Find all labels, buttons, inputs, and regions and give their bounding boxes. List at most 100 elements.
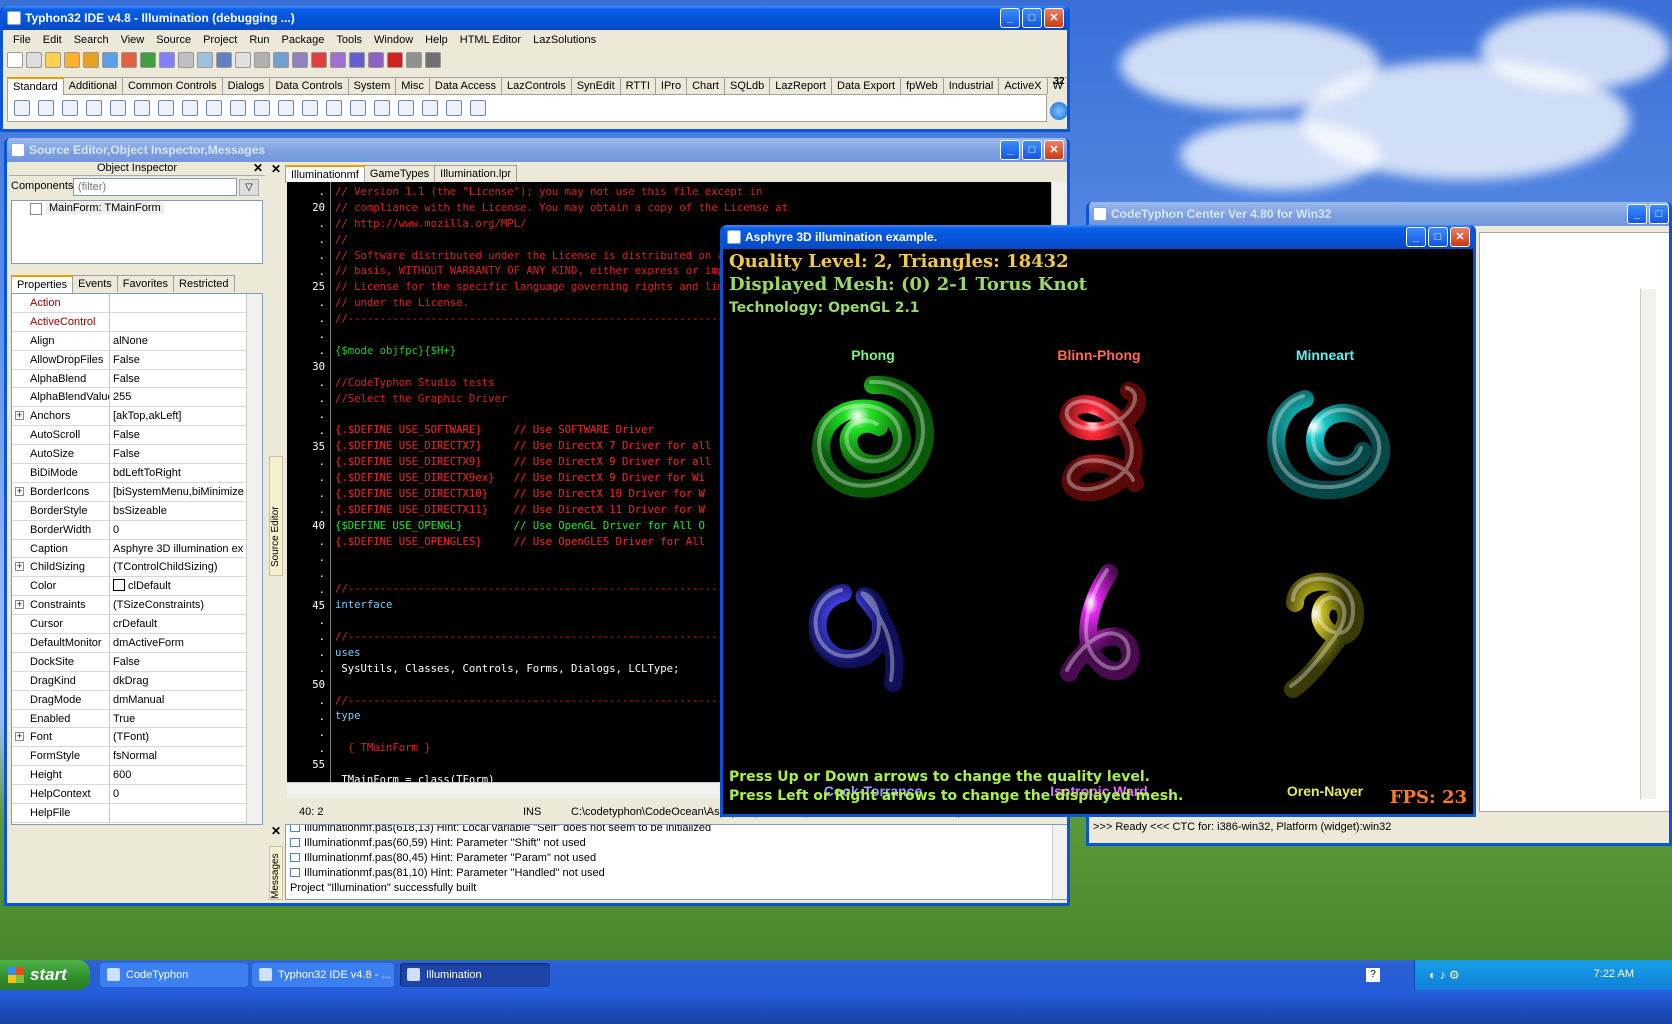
menu-item[interactable]: HTML Editor bbox=[454, 34, 527, 46]
property-row[interactable]: Cursor crDefault bbox=[12, 615, 246, 635]
component-icon[interactable] bbox=[374, 100, 390, 116]
demo-titlebar[interactable]: Asphyre 3D illumination example. _ □ ✕ bbox=[723, 225, 1473, 249]
center-scrollbar[interactable] bbox=[1640, 289, 1656, 799]
property-value[interactable] bbox=[110, 294, 246, 312]
property-row[interactable]: + Anchors [akTop,akLeft] bbox=[12, 407, 246, 427]
inspector-tab[interactable]: Favorites bbox=[116, 275, 175, 292]
toolbar-button-icon[interactable] bbox=[311, 52, 327, 68]
toolbar-button-icon[interactable] bbox=[197, 52, 213, 68]
source-window-titlebar[interactable]: Source Editor,Object Inspector,Messages … bbox=[7, 138, 1067, 162]
property-value[interactable]: dmManual bbox=[110, 691, 246, 709]
palette-tab[interactable]: fpWeb bbox=[900, 77, 944, 94]
toolbar-button-icon[interactable] bbox=[64, 52, 80, 68]
property-value[interactable]: dkDrag bbox=[110, 672, 246, 690]
property-row[interactable]: Action bbox=[12, 294, 246, 313]
taskbar-button[interactable]: Illumination bbox=[400, 963, 550, 987]
help-tray-icon[interactable]: ? bbox=[1366, 968, 1380, 982]
palette-tab[interactable]: IPro bbox=[654, 77, 688, 94]
toolbar-button-icon[interactable] bbox=[159, 52, 175, 68]
maximize-button[interactable]: □ bbox=[1428, 227, 1448, 247]
component-icon[interactable] bbox=[422, 100, 438, 116]
component-icon[interactable] bbox=[278, 100, 294, 116]
palette-tab[interactable]: SQLdb bbox=[723, 77, 771, 94]
expand-icon[interactable]: + bbox=[15, 600, 24, 610]
menu-item[interactable]: Window bbox=[368, 34, 419, 46]
ide-titlebar[interactable]: Typhon32 IDE v4.8 - Illumination (debugg… bbox=[3, 6, 1067, 30]
inspector-tab[interactable]: Properties bbox=[11, 275, 74, 293]
property-row[interactable]: + Font (TFont) bbox=[12, 728, 246, 748]
property-value[interactable]: False bbox=[110, 445, 246, 463]
component-icon[interactable] bbox=[254, 100, 270, 116]
toolbar-button-icon[interactable] bbox=[45, 52, 61, 68]
filter-clear-icon[interactable]: ▽ bbox=[239, 179, 259, 196]
property-value[interactable]: 0 bbox=[110, 785, 246, 803]
taskbar-button[interactable]: Typhon32 IDE v4.8 - ... bbox=[252, 963, 394, 987]
property-row[interactable]: Height 600 bbox=[12, 766, 246, 786]
property-value[interactable]: [biSystemMenu,biMinimize bbox=[110, 483, 246, 501]
property-value[interactable]: 0 bbox=[110, 521, 246, 539]
toolbar-button-icon[interactable] bbox=[292, 52, 308, 68]
center-titlebar[interactable]: CodeTyphon Center Ver 4.80 for Win32 _□✕ bbox=[1089, 202, 1669, 226]
minimize-button[interactable]: _ bbox=[1627, 204, 1647, 224]
palette-tab[interactable]: Data Controls bbox=[269, 77, 349, 94]
component-icon[interactable] bbox=[86, 100, 102, 116]
property-row[interactable]: AlphaBlend False bbox=[12, 369, 246, 389]
component-icon[interactable] bbox=[230, 100, 246, 116]
property-row[interactable]: Enabled True bbox=[12, 709, 246, 729]
property-row[interactable]: Caption Asphyre 3D illumination ex bbox=[12, 539, 246, 559]
property-value[interactable]: [akTop,akLeft] bbox=[110, 407, 246, 425]
component-icon[interactable] bbox=[446, 100, 462, 116]
palette-tab[interactable]: Data Export bbox=[831, 77, 902, 94]
palette-tab[interactable]: Industrial bbox=[942, 77, 1000, 94]
palette-tab[interactable]: Additional bbox=[62, 77, 123, 94]
download-arrow-icon[interactable] bbox=[1050, 102, 1067, 120]
minimize-button[interactable]: _ bbox=[1406, 227, 1426, 247]
toolbar-button-icon[interactable] bbox=[140, 52, 156, 68]
editor-tab[interactable]: Illumination.lpr bbox=[434, 165, 518, 182]
minimize-button[interactable]: _ bbox=[1000, 8, 1020, 28]
messages-close-icon[interactable]: ✕ bbox=[271, 824, 281, 838]
close-button[interactable]: ✕ bbox=[1450, 227, 1470, 247]
property-row[interactable]: BiDiMode bdLeftToRight bbox=[12, 464, 246, 483]
message-row[interactable]: Illuminationmf.pas(60,59) Hint: Paramete… bbox=[290, 836, 1067, 851]
property-row[interactable]: AutoScroll False bbox=[12, 426, 246, 446]
menu-item[interactable]: Project bbox=[197, 34, 243, 46]
component-icon[interactable] bbox=[110, 100, 126, 116]
menu-item[interactable]: Run bbox=[243, 34, 275, 46]
property-row[interactable]: BorderWidth 0 bbox=[12, 520, 246, 540]
property-value[interactable]: False bbox=[110, 370, 246, 388]
property-row[interactable]: FormStyle fsNormal bbox=[12, 747, 246, 767]
message-row[interactable]: Illuminationmf.pas(81,10) Hint: Paramete… bbox=[290, 866, 1067, 881]
maximize-button[interactable]: □ bbox=[1022, 140, 1042, 160]
toolbar-button-icon[interactable] bbox=[406, 52, 422, 68]
palette-tab[interactable]: SynEdit bbox=[570, 77, 621, 94]
toolbar-button-icon[interactable] bbox=[254, 52, 270, 68]
property-row[interactable]: AllowDropFiles False bbox=[12, 350, 246, 370]
close-button[interactable]: ✕ bbox=[1044, 140, 1064, 160]
property-row[interactable]: HelpContext 0 bbox=[12, 785, 246, 805]
toolbar-button-icon[interactable] bbox=[368, 52, 384, 68]
editor-close-icon[interactable]: ✕ bbox=[271, 162, 281, 176]
toolbar-button-icon[interactable] bbox=[102, 52, 118, 68]
editor-tab[interactable]: GameTypes bbox=[363, 165, 436, 182]
palette-tab[interactable]: Dialogs bbox=[221, 77, 271, 94]
property-value[interactable]: (TFont) bbox=[110, 728, 246, 746]
inspector-tab[interactable]: Events bbox=[72, 275, 118, 292]
clock[interactable]: 7:22 AM bbox=[1594, 968, 1634, 980]
palette-tab[interactable]: LazReport bbox=[769, 77, 832, 94]
property-value[interactable]: False bbox=[110, 351, 246, 369]
minimize-button[interactable]: _ bbox=[1000, 140, 1020, 160]
component-icon[interactable] bbox=[38, 100, 54, 116]
inspector-tab[interactable]: Restricted bbox=[173, 275, 235, 292]
menu-item[interactable]: File bbox=[7, 34, 37, 46]
property-value[interactable] bbox=[110, 804, 246, 822]
property-value[interactable]: clDefault bbox=[110, 577, 246, 595]
messages-scrollbar[interactable] bbox=[1052, 825, 1067, 899]
component-filter-input[interactable] bbox=[73, 178, 237, 196]
message-row[interactable]: Illuminationmf.pas(618,13) Hint: Local v… bbox=[290, 825, 1067, 836]
property-row[interactable]: Align alNone bbox=[12, 331, 246, 351]
taskbar-button[interactable]: CodeTyphon bbox=[100, 963, 248, 987]
expand-icon[interactable]: + bbox=[15, 486, 24, 496]
component-icon[interactable] bbox=[302, 100, 318, 116]
maximize-button[interactable]: □ bbox=[1649, 204, 1669, 224]
